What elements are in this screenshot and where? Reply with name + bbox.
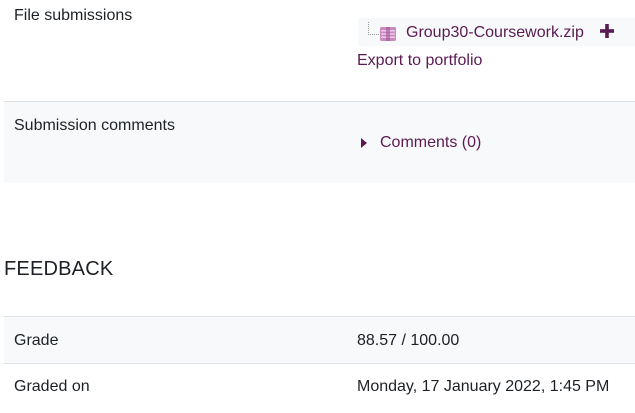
feedback-heading: FEEDBACK xyxy=(4,258,114,280)
graded-on-label: Graded on xyxy=(14,378,90,395)
submission-comments-label: Submission comments xyxy=(14,117,175,134)
file-download-link[interactable]: Group30-Coursework.zip xyxy=(406,23,584,43)
graded-on-row: Graded on Monday, 17 January 2022, 1:45 … xyxy=(4,363,635,413)
caret-right-icon[interactable] xyxy=(361,138,367,148)
file-submissions-label: File submissions xyxy=(14,7,133,24)
comments-link[interactable]: Comments (0) xyxy=(380,133,481,153)
plus-icon[interactable] xyxy=(600,24,614,38)
grade-row: Grade 88.57 / 100.00 xyxy=(4,316,635,363)
file-entry: Group30-Coursework.zip xyxy=(358,18,635,46)
grade-value: 88.57 / 100.00 xyxy=(357,332,460,349)
grade-label: Grade xyxy=(14,332,59,349)
zip-archive-icon xyxy=(380,27,396,41)
graded-on-value: Monday, 17 January 2022, 1:45 PM xyxy=(357,378,610,395)
file-submissions-row: File submissions Group30-Coursework.zip … xyxy=(4,0,635,101)
export-to-portfolio-link[interactable]: Export to portfolio xyxy=(357,51,482,71)
submission-comments-row: Submission comments xyxy=(4,101,635,183)
